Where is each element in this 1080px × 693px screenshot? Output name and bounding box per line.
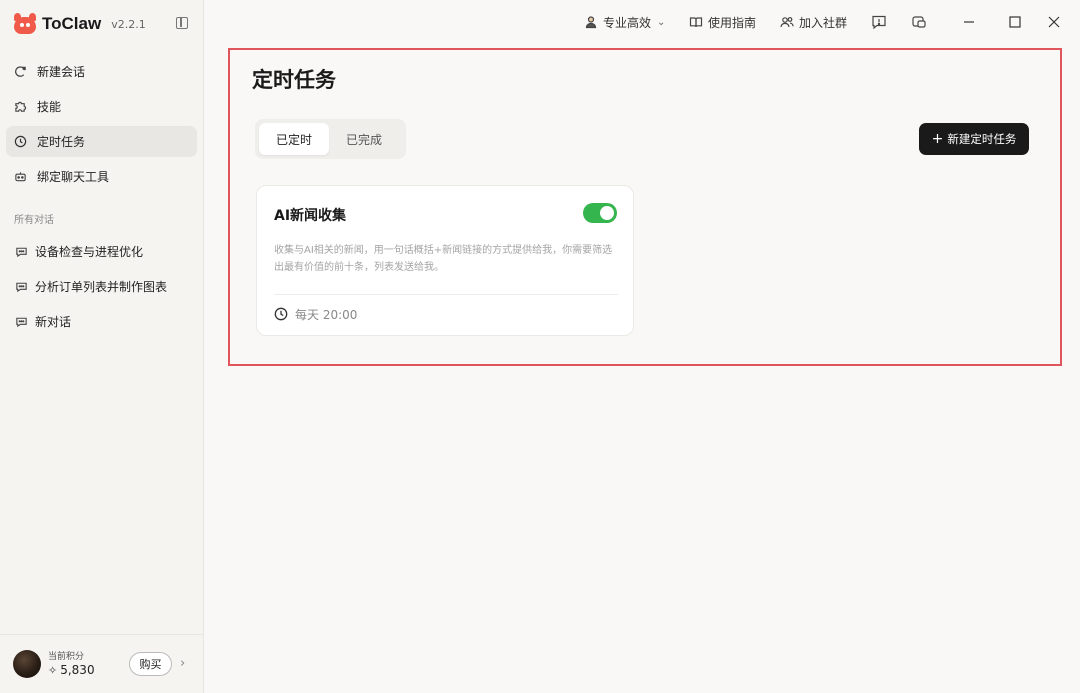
chat-item[interactable]: 设备检查与进程优化 [6, 236, 197, 266]
user-icon [585, 16, 597, 29]
chevron-right-icon[interactable]: › [180, 656, 185, 671]
sidebar-nav: 新建会话 技能 定时任务 绑定聊天工具 [6, 56, 197, 196]
sidebar-item-skills[interactable]: 技能 [6, 91, 197, 122]
chat-list: 设备检查与进程优化 分析订单列表并制作图表 新对话 [6, 236, 197, 341]
users-icon [780, 17, 794, 28]
new-chat-icon [14, 65, 27, 78]
task-card[interactable]: AI新闻收集 收集与AI相关的新闻，用一句话概括+新闻链接的方式提供给我，你需要… [256, 185, 634, 336]
join-community-button[interactable]: 加入社群 [780, 13, 847, 31]
close-icon[interactable] [1046, 14, 1062, 30]
task-description: 收集与AI相关的新闻，用一句话概括+新闻链接的方式提供给我，你需要筛选出最有价值… [274, 245, 613, 273]
sparkle-icon: ✧ [48, 663, 58, 677]
page-title: 定时任务 [252, 68, 336, 92]
collapse-sidebar-icon[interactable] [176, 17, 188, 29]
app-name: ToClaw [42, 14, 102, 33]
avatar[interactable] [13, 650, 41, 678]
chat-item-label: 设备检查与进程优化 [35, 244, 144, 259]
chat-item-label: 新对话 [35, 314, 72, 329]
sidebar-item-label: 定时任务 [37, 135, 86, 149]
mode-label: 专业高效 [603, 15, 652, 30]
maximize-icon[interactable] [1007, 14, 1023, 30]
task-tabs: 已定时 已完成 [255, 119, 406, 159]
chat-icon [15, 245, 28, 258]
sidebar-item-new-chat[interactable]: 新建会话 [6, 56, 197, 87]
tab-completed[interactable]: 已完成 [329, 123, 399, 155]
tab-scheduled[interactable]: 已定时 [259, 123, 329, 155]
toggle-knob [600, 206, 614, 220]
points-value: 5,830 [60, 663, 95, 677]
feedback-icon[interactable] [871, 14, 887, 30]
all-chats-label: 所有对话 [14, 215, 54, 226]
toclaw-logo-icon [13, 13, 37, 35]
clock-icon [14, 135, 27, 148]
schedule-label: 每天 20:00 [295, 307, 358, 322]
plus-icon: + [931, 131, 944, 147]
sidebar-item-bind-chat-tools[interactable]: 绑定聊天工具 [6, 161, 197, 192]
sidebar-item-label: 新建会话 [37, 65, 86, 79]
guide-button[interactable]: 使用指南 [689, 13, 756, 31]
points-label: 当前积分 [48, 652, 85, 662]
chevron-down-icon: ⌄ [657, 16, 666, 28]
task-enabled-toggle[interactable] [583, 203, 617, 223]
chat-item[interactable]: 分析订单列表并制作图表 [6, 271, 197, 301]
task-schedule: 每天 20:00 [274, 305, 357, 323]
sidebar-item-scheduled-tasks[interactable]: 定时任务 [6, 126, 197, 157]
brand: ToClaw v2.2.1 [13, 12, 146, 36]
bot-icon [14, 170, 27, 183]
new-task-label: 新建定时任务 [947, 132, 1017, 146]
divider [274, 294, 618, 295]
mode-selector[interactable]: 专业高效 ⌄ [584, 13, 665, 31]
guide-label: 使用指南 [708, 15, 757, 30]
account-panel: 当前积分 ✧ 5,830 购买 › [0, 634, 204, 693]
buy-button[interactable]: 购买 [129, 652, 172, 676]
sidebar: ToClaw v2.2.1 新建会话 技能 定时任务 绑定聊天工具 所有对话 设… [0, 0, 204, 693]
topbar: 专业高效 ⌄ 使用指南 加入社群 [205, 0, 1080, 44]
chat-item-label: 分析订单列表并制作图表 [35, 279, 168, 294]
clock-icon [274, 307, 288, 321]
task-title: AI新闻收集 [274, 208, 347, 224]
community-label: 加入社群 [799, 15, 848, 30]
sidebar-item-label: 绑定聊天工具 [37, 170, 110, 184]
chat-item[interactable]: 新对话 [6, 306, 197, 336]
puzzle-icon [14, 100, 27, 113]
new-scheduled-task-button[interactable]: + 新建定时任务 [919, 123, 1029, 155]
chat-icon [15, 315, 28, 328]
sidebar-item-label: 技能 [37, 100, 62, 114]
minimize-icon[interactable] [961, 14, 977, 30]
points-value-row: ✧ 5,830 [48, 663, 95, 677]
book-icon [689, 17, 703, 28]
app-version: v2.2.1 [111, 17, 146, 31]
window-switch-icon[interactable] [911, 14, 927, 30]
chat-icon [15, 280, 28, 293]
